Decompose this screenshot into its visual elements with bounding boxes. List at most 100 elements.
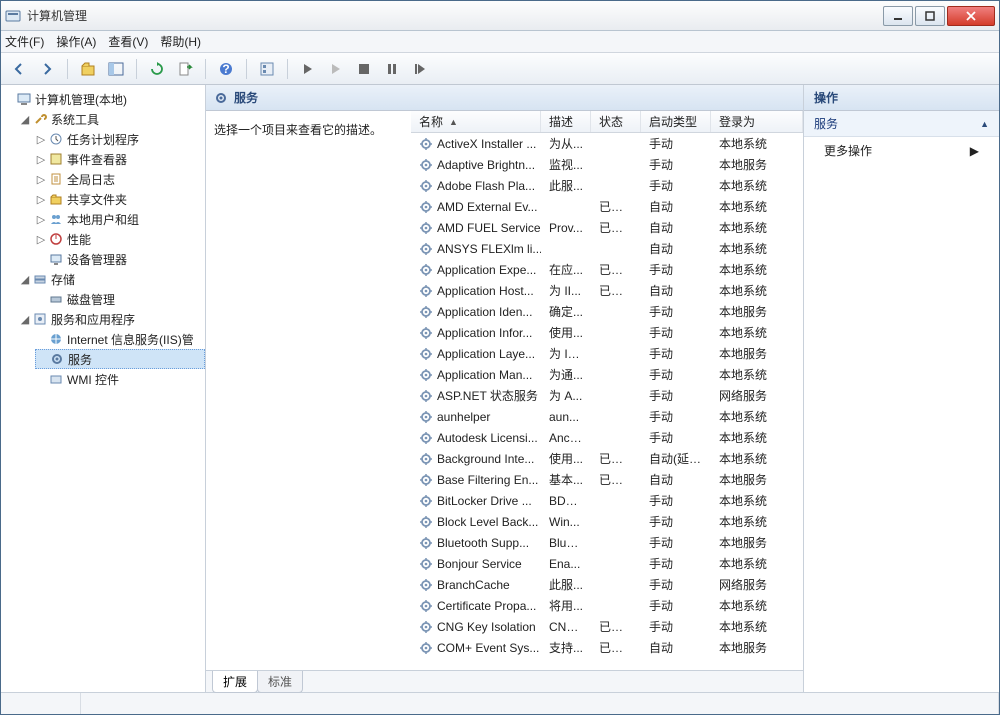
service-row[interactable]: Bluetooth Supp...Blue...手动本地服务 (411, 532, 803, 553)
pause-service-button[interactable] (352, 57, 376, 81)
service-row[interactable]: Adaptive Brightn...监视...手动本地服务 (411, 154, 803, 175)
tree-performance[interactable]: ▷性能 (35, 229, 205, 249)
menubar: 文件(F) 操作(A) 查看(V) 帮助(H) (1, 31, 999, 53)
tree-storage[interactable]: ◢存储 (19, 269, 205, 289)
up-button[interactable] (76, 57, 100, 81)
tab-standard[interactable]: 标准 (257, 671, 303, 693)
col-desc[interactable]: 描述 (541, 111, 591, 132)
service-row[interactable]: Bonjour ServiceEna...手动本地系统 (411, 553, 803, 574)
stop-service-button[interactable] (324, 57, 348, 81)
service-row[interactable]: AMD External Ev...已启动自动本地系统 (411, 196, 803, 217)
perf-icon (48, 231, 64, 247)
forward-button[interactable] (35, 57, 59, 81)
tree-services-apps[interactable]: ◢服务和应用程序 (19, 309, 205, 329)
tree-task-scheduler[interactable]: ▷任务计划程序 (35, 129, 205, 149)
service-row[interactable]: Application Infor...使用...手动本地系统 (411, 322, 803, 343)
service-name: ActiveX Installer ... (437, 137, 536, 151)
titlebar[interactable]: 计算机管理 (1, 1, 999, 31)
service-row[interactable]: Background Inte...使用...已启动自动(延迟...本地系统 (411, 448, 803, 469)
log-icon (48, 171, 64, 187)
tree-device-manager[interactable]: 设备管理器 (35, 249, 205, 269)
gear-icon (419, 641, 433, 655)
tree-system-tools[interactable]: ◢系统工具 (19, 109, 205, 129)
tree-iis[interactable]: Internet 信息服务(IIS)管 (35, 329, 205, 349)
service-startup: 手动 (641, 303, 711, 320)
service-row[interactable]: ASP.NET 状态服务为 A...手动网络服务 (411, 385, 803, 406)
restart-service-button[interactable] (380, 57, 404, 81)
col-logon[interactable]: 登录为 (711, 111, 803, 132)
show-hide-tree-button[interactable] (104, 57, 128, 81)
service-startup: 自动 (641, 471, 711, 488)
service-desc: 为 A... (541, 387, 591, 404)
properties-button[interactable] (255, 57, 279, 81)
actions-section[interactable]: 服务 ▲ (804, 111, 999, 137)
service-row[interactable]: Autodesk Licensi...Anch...手动本地系统 (411, 427, 803, 448)
tree-global-log[interactable]: ▷全局日志 (35, 169, 205, 189)
start-service-button[interactable] (296, 57, 320, 81)
service-row[interactable]: aunhelperaun...手动本地系统 (411, 406, 803, 427)
col-name[interactable]: 名称▲ (411, 111, 541, 132)
service-row[interactable]: ANSYS FLEXlm li...自动本地系统 (411, 238, 803, 259)
service-row[interactable]: Application Laye...为 In...手动本地服务 (411, 343, 803, 364)
gear-icon (419, 557, 433, 571)
services-header-label: 服务 (234, 89, 258, 106)
export-button[interactable] (173, 57, 197, 81)
menu-view[interactable]: 查看(V) (108, 33, 148, 50)
service-startup: 手动 (641, 156, 711, 173)
service-row[interactable]: Application Iden...确定...手动本地服务 (411, 301, 803, 322)
tree-root[interactable]: 计算机管理(本地) (3, 89, 205, 109)
minimize-button[interactable] (883, 6, 913, 26)
service-name: BranchCache (437, 578, 510, 592)
menu-file[interactable]: 文件(F) (5, 33, 44, 50)
service-row[interactable]: Adobe Flash Pla...此服...手动本地系统 (411, 175, 803, 196)
service-status: 已启动 (591, 639, 641, 656)
service-row[interactable]: Application Expe...在应...已启动手动本地系统 (411, 259, 803, 280)
service-desc: 使用... (541, 324, 591, 341)
service-logon: 本地服务 (711, 345, 803, 362)
service-row[interactable]: ActiveX Installer ...为从...手动本地系统 (411, 133, 803, 154)
service-row[interactable]: Certificate Propa...将用...手动本地系统 (411, 595, 803, 616)
service-row[interactable]: BitLocker Drive ...BDE...手动本地系统 (411, 490, 803, 511)
service-row[interactable]: Application Man...为通...手动本地系统 (411, 364, 803, 385)
service-row[interactable]: Block Level Back...Win...手动本地系统 (411, 511, 803, 532)
service-startup: 手动 (641, 555, 711, 572)
actions-more[interactable]: 更多操作 ▶ (804, 137, 999, 164)
step-service-button[interactable] (408, 57, 432, 81)
service-logon: 本地服务 (711, 534, 803, 551)
tree-disk-management[interactable]: 磁盘管理 (35, 289, 205, 309)
refresh-button[interactable] (145, 57, 169, 81)
gear-icon (419, 368, 433, 382)
gear-icon (419, 515, 433, 529)
tree-local-users[interactable]: ▷本地用户和组 (35, 209, 205, 229)
tree-event-viewer[interactable]: ▷事件查看器 (35, 149, 205, 169)
tree-services[interactable]: 服务 (35, 349, 205, 369)
iis-icon (48, 331, 64, 347)
tree-shared-folders[interactable]: ▷共享文件夹 (35, 189, 205, 209)
navigation-tree[interactable]: 计算机管理(本地) ◢系统工具 ▷任务计划程序 ▷事件查看器 ▷全局日志 ▷共享… (1, 85, 206, 692)
back-button[interactable] (7, 57, 31, 81)
column-headers[interactable]: 名称▲ 描述 状态 启动类型 登录为 (411, 111, 803, 133)
tab-extended[interactable]: 扩展 (212, 671, 258, 693)
service-row[interactable]: COM+ Event Sys...支持...已启动自动本地服务 (411, 637, 803, 658)
tree-wmi[interactable]: WMI 控件 (35, 369, 205, 389)
service-row[interactable]: AMD FUEL ServiceProv...已启动自动本地系统 (411, 217, 803, 238)
gear-icon (419, 284, 433, 298)
services-list[interactable]: 名称▲ 描述 状态 启动类型 登录为 ActiveX Installer ...… (411, 111, 803, 670)
col-status[interactable]: 状态 (591, 111, 641, 132)
service-startup: 手动 (641, 135, 711, 152)
help-button[interactable]: ? (214, 57, 238, 81)
menu-help[interactable]: 帮助(H) (160, 33, 201, 50)
col-startup[interactable]: 启动类型 (641, 111, 711, 132)
close-button[interactable] (947, 6, 995, 26)
service-startup: 手动 (641, 597, 711, 614)
menu-action[interactable]: 操作(A) (56, 33, 96, 50)
service-desc: 使用... (541, 450, 591, 467)
service-name: Autodesk Licensi... (437, 431, 538, 445)
service-row[interactable]: Application Host...为 II...已启动自动本地系统 (411, 280, 803, 301)
service-row[interactable]: Base Filtering En...基本...已启动自动本地服务 (411, 469, 803, 490)
service-row[interactable]: CNG Key IsolationCNG...已启动手动本地系统 (411, 616, 803, 637)
maximize-button[interactable] (915, 6, 945, 26)
service-startup: 手动 (641, 534, 711, 551)
service-desc: 支持... (541, 639, 591, 656)
service-row[interactable]: BranchCache此服...手动网络服务 (411, 574, 803, 595)
